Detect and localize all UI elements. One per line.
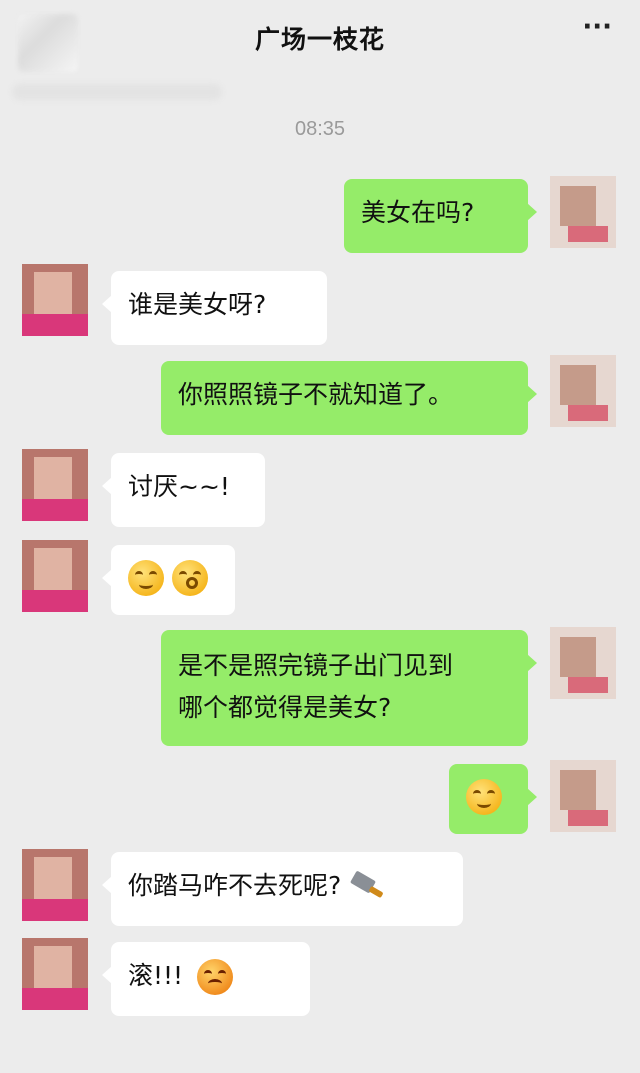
message-text: 你踏马咋不去死呢? [128,871,342,900]
message-bubble-sent[interactable] [449,764,537,834]
my-avatar[interactable] [550,176,616,248]
message-text: 美女在吗? [361,198,475,227]
message-bubble-received[interactable]: 滚!!! [102,942,310,1016]
blurred-status-text [12,84,222,100]
chat-title: 广场一枝花 [254,25,385,54]
message-text-line: 哪个都觉得是美女? [178,693,392,722]
contact-avatar[interactable] [22,540,88,612]
contact-avatar[interactable] [22,264,88,336]
more-options-icon[interactable]: ··· [582,12,612,42]
heart-eyes-emoji [128,560,164,596]
message-bubble-received[interactable]: 你踏马咋不去死呢? [102,852,463,926]
contact-avatar[interactable] [22,449,88,521]
message-bubble-sent[interactable]: 是不是照完镜子出门见到 哪个都觉得是美女? [161,630,537,746]
chat-header: 广场一枝花 ··· [0,0,640,100]
kiss-emoji [172,560,208,596]
knife-emoji [349,869,385,905]
angry-emoji [197,959,234,995]
laughing-emoji [466,779,502,815]
my-avatar[interactable] [550,760,616,832]
my-avatar[interactable] [550,627,616,699]
message-bubble-received[interactable] [102,545,235,615]
contact-avatar[interactable] [22,849,88,921]
message-bubble-sent[interactable]: 美女在吗? [344,179,537,253]
message-text: 滚!!! [128,961,184,990]
message-text: 你照照镜子不就知道了。 [178,380,454,409]
message-bubble-sent[interactable]: 你照照镜子不就知道了。 [161,361,537,435]
message-bubble-received[interactable]: 讨厌~~! [102,453,265,527]
message-text-line: 是不是照完镜子出门见到 [178,651,454,680]
message-timestamp: 08:35 [294,118,346,140]
message-text: 讨厌~~! [128,472,230,501]
contact-avatar[interactable] [22,938,88,1010]
message-text: 谁是美女呀? [128,290,267,319]
my-avatar[interactable] [550,355,616,427]
message-bubble-received[interactable]: 谁是美女呀? [102,271,327,345]
